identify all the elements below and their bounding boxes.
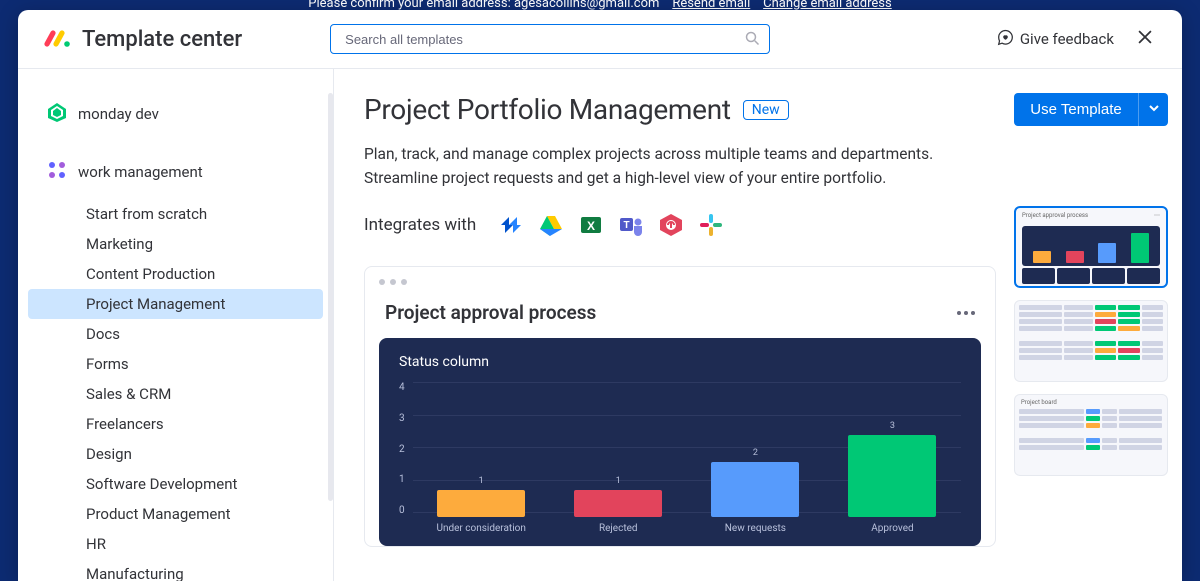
sidebar-category-item[interactable]: Design: [28, 439, 323, 469]
modal-header: Template center Give feedback: [18, 10, 1182, 69]
sidebar-category-item[interactable]: Content Production: [28, 259, 323, 289]
chart-bar: 3Approved: [837, 421, 947, 535]
integration-teams-icon: T: [618, 212, 644, 238]
template-description: Plan, track, and manage complex projects…: [364, 142, 996, 190]
integrates-label: Integrates with: [364, 215, 476, 235]
thumb-label: Project board: [1021, 399, 1057, 406]
use-template-button[interactable]: Use Template: [1014, 93, 1138, 126]
product-monday-dev[interactable]: monday dev: [18, 93, 333, 141]
use-template-group: Use Template: [1014, 93, 1168, 126]
thumb-more-icon: ⋯: [1154, 212, 1160, 222]
integration-excel-icon: X: [578, 212, 604, 238]
sidebar-category-item[interactable]: Manufacturing: [28, 559, 323, 581]
template-title: Project Portfolio Management: [364, 93, 731, 126]
chart-bar: 1Rejected: [563, 476, 673, 535]
work-management-icon: [46, 159, 68, 185]
svg-text:X: X: [587, 219, 595, 233]
chart-bar: 2New requests: [700, 448, 810, 534]
preview-card: Project approval process Status column 4…: [364, 266, 996, 547]
preview-title: Project approval process: [385, 301, 596, 324]
give-feedback-link[interactable]: Give feedback: [997, 29, 1114, 50]
template-center-modal: Template center Give feedback: [18, 10, 1182, 581]
sidebar-category-item[interactable]: Forms: [28, 349, 323, 379]
search-wrapper: [330, 24, 770, 54]
window-dots-icon: [365, 267, 995, 297]
main-area: Project Portfolio Management New Plan, t…: [334, 69, 1182, 581]
sidebar-category-item[interactable]: Product Management: [28, 499, 323, 529]
sidebar-category-item[interactable]: Marketing: [28, 229, 323, 259]
chart-y-axis: 43210: [399, 382, 413, 534]
chart-bars: 1Under consideration 1Rejected 2New reques…: [413, 404, 961, 534]
use-template-dropdown[interactable]: [1138, 93, 1168, 126]
thumb-label: Project approval process: [1022, 212, 1088, 222]
chart-bar: 1Under consideration: [426, 476, 536, 535]
chevron-down-icon: [1148, 102, 1160, 117]
preview-more-menu[interactable]: [957, 311, 975, 315]
search-icon: [745, 31, 760, 46]
sidebar-category-item[interactable]: Start from scratch: [28, 199, 323, 229]
heart-chat-icon: [997, 29, 1020, 50]
preview-thumbnail-1[interactable]: Project approval process ⋯: [1014, 206, 1168, 288]
status-chart: Status column 43210 1Under consideration…: [379, 338, 981, 546]
sidebar-category-item[interactable]: Project Management: [28, 289, 323, 319]
integration-jira-icon: [498, 212, 524, 238]
monday-dev-icon: [46, 101, 68, 127]
integration-google-drive-icon: [538, 212, 564, 238]
sidebar-category-item[interactable]: Sales & CRM: [28, 379, 323, 409]
monday-logo-icon: [44, 25, 72, 53]
integration-icons: X T: [498, 212, 724, 238]
category-list: Start from scratchMarketingContent Produ…: [18, 199, 333, 581]
page-title: Template center: [82, 27, 242, 52]
svg-text:T: T: [624, 220, 630, 231]
sidebar-category-item[interactable]: Docs: [28, 319, 323, 349]
search-input[interactable]: [330, 24, 770, 54]
sidebar-category-item[interactable]: Software Development: [28, 469, 323, 499]
product-label: work management: [78, 163, 203, 181]
integration-power-icon: [658, 212, 684, 238]
product-work-management[interactable]: work management: [18, 151, 333, 199]
preview-thumbnail-2[interactable]: [1014, 300, 1168, 382]
sidebar: monday dev work management Start from sc…: [18, 69, 334, 581]
chart-title: Status column: [399, 354, 961, 370]
give-feedback-label: Give feedback: [1020, 30, 1114, 48]
integration-slack-icon: [698, 212, 724, 238]
new-badge: New: [743, 100, 789, 120]
preview-thumbnail-3[interactable]: Project board: [1014, 394, 1168, 476]
sidebar-category-item[interactable]: HR: [28, 529, 323, 559]
close-button[interactable]: [1136, 28, 1154, 50]
sidebar-category-item[interactable]: Freelancers: [28, 409, 323, 439]
product-label: monday dev: [78, 105, 159, 123]
